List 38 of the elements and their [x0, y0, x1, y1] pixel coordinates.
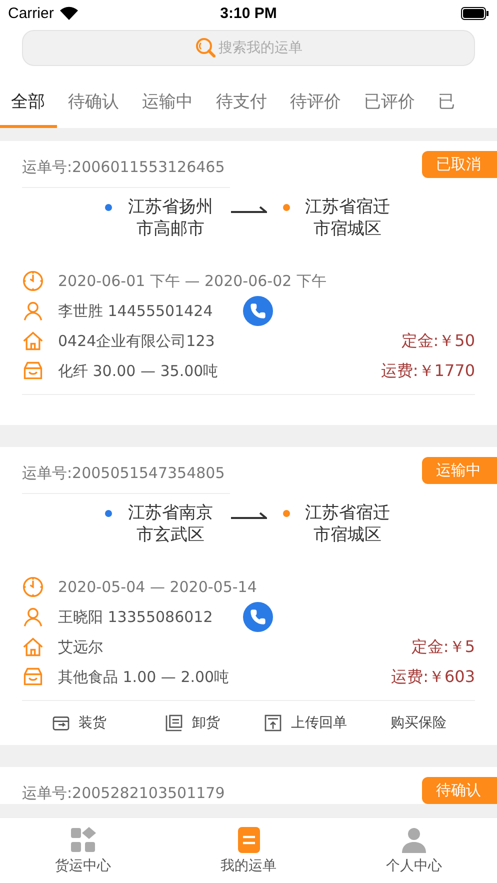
contact-text: 王晓阳 13355086012: [58, 608, 213, 627]
destination-text: 江苏省宿迁市宿城区: [304, 196, 392, 240]
order-number: 运单号:2005051547354805: [22, 463, 226, 484]
filter-tab[interactable]: 已评价: [353, 78, 427, 128]
filter-tab[interactable]: 待评价: [279, 78, 353, 128]
deposit-amount: 定金:￥5: [411, 636, 475, 658]
filter-tab[interactable]: 待确认: [57, 78, 131, 128]
filter-tab[interactable]: 已: [427, 78, 467, 128]
destination-text: 江苏省宿迁市宿城区: [304, 502, 392, 546]
cargo-text: 其他食品 1.00 — 2.00吨: [58, 668, 230, 687]
status-badge: 待确认: [422, 777, 497, 804]
company-text: 0424企业有限公司123: [58, 332, 215, 351]
action-button[interactable]: 上传回单: [248, 712, 362, 734]
freight-amount: 运费:￥1770: [380, 360, 475, 382]
search-placeholder: 搜索我的运单: [218, 39, 302, 57]
nav-tab[interactable]: 货运中心: [0, 818, 166, 883]
order-number: 运单号:2005282103501179: [22, 783, 225, 804]
origin-text: 江苏省扬州市高邮市: [126, 196, 214, 240]
status-badge: 运输中: [422, 457, 497, 484]
time-range: 2020-06-01 下午 — 2020-06-02 下午: [58, 272, 326, 291]
filter-tab[interactable]: 待支付: [205, 78, 279, 128]
status-badge: 已取消: [422, 151, 497, 178]
origin-text: 江苏省南京市玄武区: [126, 502, 214, 546]
filter-tab[interactable]: 运输中: [131, 78, 205, 128]
action-button[interactable]: 装货: [22, 712, 136, 734]
nav-tab[interactable]: 我的运单: [166, 818, 332, 883]
cargo-text: 化纤 30.00 — 35.00吨: [58, 362, 218, 381]
contact-text: 李世胜 14455501424: [58, 302, 213, 321]
company-text: 艾远尔: [58, 638, 103, 657]
carrier-label: Carrier: [8, 4, 54, 22]
nav-tab[interactable]: 个人中心: [331, 818, 497, 883]
clock-time: 3:10 PM: [219, 4, 278, 22]
order-number: 运单号:2006011553126465: [22, 157, 226, 177]
freight-amount: 运费:￥603: [391, 666, 475, 688]
action-button[interactable]: 卸货: [135, 712, 248, 734]
deposit-amount: 定金:￥50: [401, 330, 475, 352]
time-range: 2020-05-04 — 2020-05-14: [58, 578, 257, 596]
action-button[interactable]: 购买保险: [362, 713, 475, 734]
